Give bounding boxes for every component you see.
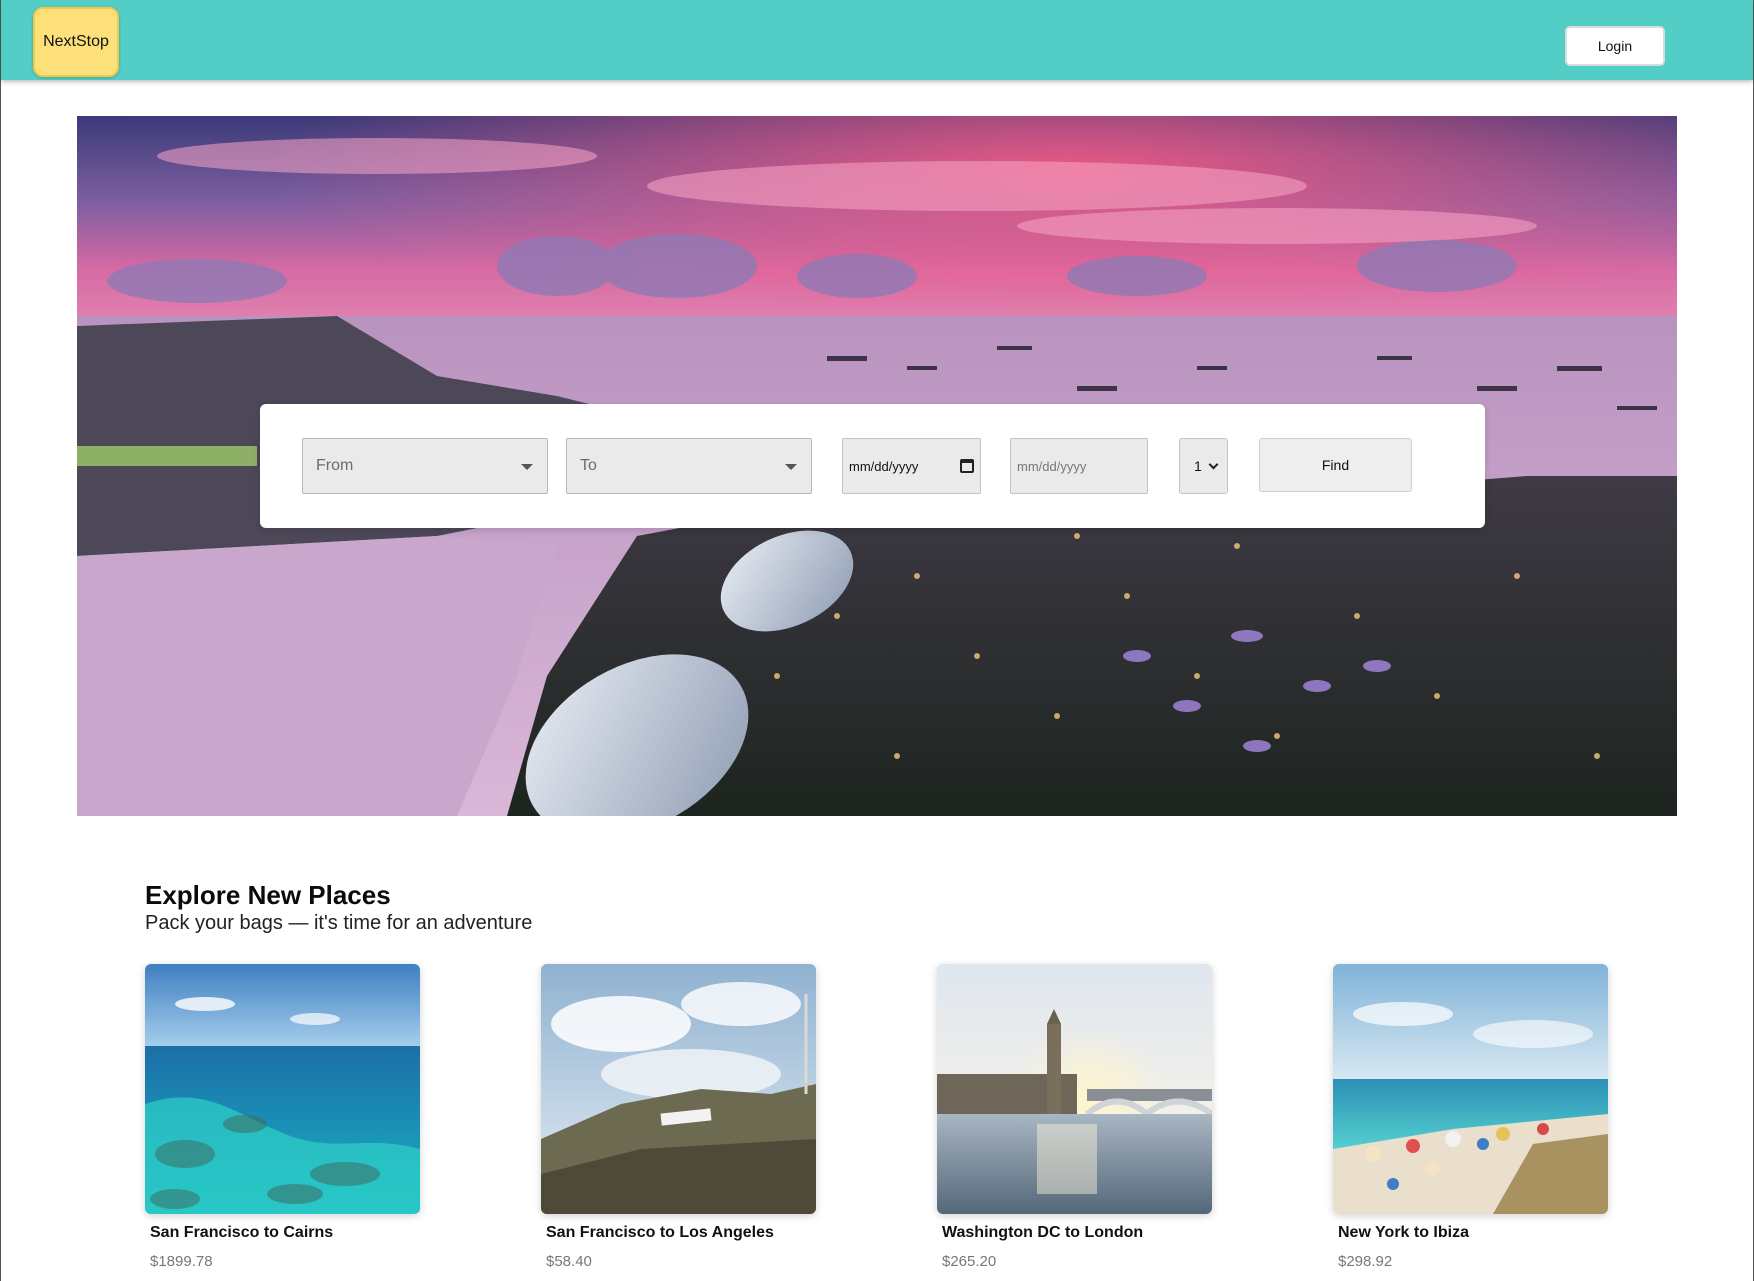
chevron-down-icon	[1208, 459, 1219, 470]
destination-image-ibiza	[1333, 964, 1608, 1214]
logo-button[interactable]: NextStop	[33, 7, 119, 77]
login-button[interactable]: Login	[1565, 26, 1665, 66]
card-route: San Francisco to Cairns	[150, 1224, 334, 1241]
return-date-input[interactable]: mm/dd/yyyy	[1010, 438, 1148, 494]
passengers-value: 1	[1194, 458, 1202, 474]
destination-card[interactable]: San Francisco to Los Angeles $58.40	[541, 964, 816, 1270]
destination-card[interactable]: San Francisco to Cairns $1899.78	[145, 964, 420, 1270]
card-route: Washington DC to London	[942, 1224, 1144, 1241]
top-navbar: NextStop Login	[1, 0, 1753, 80]
passengers-select[interactable]: 1	[1179, 438, 1228, 494]
destination-card[interactable]: New York to Ibiza $298.92	[1333, 964, 1608, 1270]
card-price: $1899.78	[150, 1253, 213, 1270]
calendar-icon[interactable]	[960, 459, 974, 473]
to-placeholder: To	[580, 457, 597, 474]
return-date-placeholder: mm/dd/yyyy	[1017, 458, 1087, 474]
depart-date-input[interactable]: mm/dd/yyyy	[842, 438, 981, 494]
flight-search-form: From To mm/dd/yyyy mm/dd/yyyy 1 Find	[260, 404, 1485, 528]
from-select[interactable]: From	[302, 438, 548, 494]
caret-down-icon	[521, 464, 533, 470]
card-route: New York to Ibiza	[1338, 1224, 1469, 1241]
card-route: San Francisco to Los Angeles	[546, 1224, 774, 1241]
destination-image-los-angeles	[541, 964, 816, 1214]
destination-image-cairns	[145, 964, 420, 1214]
from-placeholder: From	[316, 457, 354, 474]
depart-date-placeholder: mm/dd/yyyy	[849, 458, 919, 474]
section-subtitle: Pack your bags — it's time for an advent…	[145, 912, 533, 934]
section-title: Explore New Places	[145, 880, 391, 910]
destination-card[interactable]: Washington DC to London $265.20	[937, 964, 1212, 1270]
find-button[interactable]: Find	[1259, 438, 1412, 492]
card-price: $58.40	[546, 1253, 592, 1270]
card-price: $265.20	[942, 1253, 997, 1270]
card-price: $298.92	[1338, 1253, 1393, 1270]
to-select[interactable]: To	[566, 438, 812, 494]
caret-down-icon	[785, 464, 797, 470]
destination-image-london	[937, 964, 1212, 1214]
